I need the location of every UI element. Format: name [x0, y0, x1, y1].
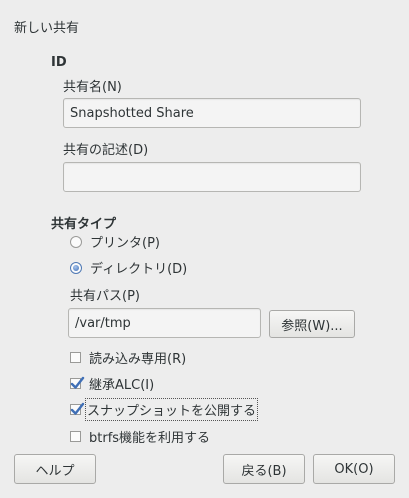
radio-directory-icon: [70, 261, 82, 274]
checkbox-inherit-acl[interactable]: 継承ALC(I): [70, 374, 154, 393]
description-label: 共有の記述(D): [63, 143, 149, 158]
back-button[interactable]: 戻る(B): [223, 454, 305, 484]
share-path-value: /var/tmp: [75, 315, 131, 331]
checkbox-expose-snapshots-label: スナップショットを公開する: [84, 398, 259, 421]
checkbox-btrfs-label: btrfs機能を利用する: [89, 431, 211, 446]
radio-printer-icon: [70, 235, 82, 248]
share-name-input[interactable]: Snapshotted Share: [63, 98, 361, 128]
share-name-label: 共有名(N): [63, 80, 122, 95]
checkmark-icon: [70, 402, 85, 415]
description-input[interactable]: [63, 162, 361, 192]
radio-printer[interactable]: プリンタ(P): [70, 232, 160, 251]
checkbox-expose-snapshots-box: [70, 402, 85, 415]
share-name-value: Snapshotted Share: [70, 105, 194, 121]
radio-printer-label: プリンタ(P): [90, 236, 160, 251]
browse-button[interactable]: 参照(W)...: [269, 310, 355, 338]
checkbox-read-only[interactable]: 読み込み専用(R): [70, 348, 186, 367]
checkbox-inherit-acl-box: [70, 376, 85, 389]
share-path-input[interactable]: /var/tmp: [68, 308, 261, 338]
checkbox-read-only-box: [70, 352, 81, 363]
checkbox-expose-snapshots[interactable]: スナップショットを公開する: [70, 398, 259, 421]
checkmark-icon: [70, 376, 85, 389]
checkbox-read-only-label: 読み込み専用(R): [89, 352, 187, 367]
radio-directory[interactable]: ディレクトリ(D): [70, 258, 187, 277]
help-button[interactable]: ヘルプ: [14, 454, 96, 484]
dialog-title: 新しい共有: [14, 21, 80, 36]
share-path-label: 共有パス(P): [70, 289, 140, 304]
checkbox-btrfs-box: [70, 431, 81, 442]
checkbox-inherit-acl-label: 継承ALC(I): [89, 378, 155, 393]
radio-directory-label: ディレクトリ(D): [90, 262, 188, 277]
id-section-heading: ID: [51, 55, 67, 70]
share-type-heading: 共有タイプ: [51, 217, 117, 232]
ok-button[interactable]: OK(O): [313, 454, 395, 484]
checkbox-btrfs[interactable]: btrfs機能を利用する: [70, 427, 210, 446]
